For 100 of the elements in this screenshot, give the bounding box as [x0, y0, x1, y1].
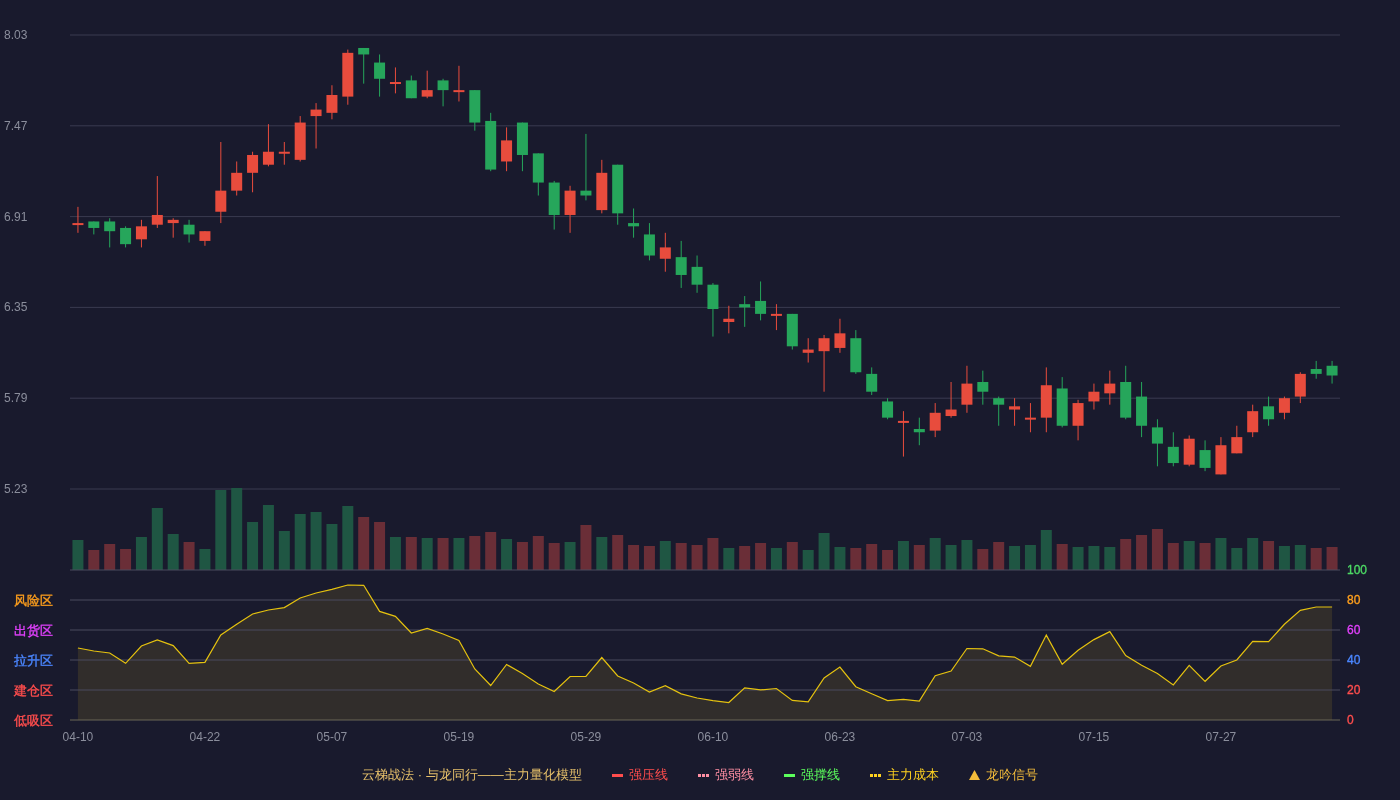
candlestick [1183, 435, 1195, 467]
candlestick [723, 305, 735, 334]
candlestick [564, 185, 576, 234]
x-axis-label: 07-27 [1205, 730, 1237, 744]
candlestick [389, 66, 401, 94]
candlestick [882, 397, 894, 420]
candlestick [1215, 436, 1227, 475]
candlestick [247, 151, 259, 193]
candlestick [485, 112, 497, 172]
candlestick [1040, 366, 1052, 433]
candlestick [691, 255, 703, 294]
x-axis-label: 05-07 [316, 730, 348, 744]
legend-title: 云梯战法 · 与龙同行——主力量化模型 [362, 766, 582, 785]
candlestick [104, 217, 116, 248]
legend-item[interactable]: 龙吟信号 [968, 765, 1038, 785]
candlestick [580, 133, 592, 201]
candlestick [437, 78, 449, 107]
legend-item[interactable]: 主力成本 [869, 765, 939, 785]
x-axis-label: 07-03 [951, 730, 983, 744]
candlestick [945, 381, 957, 419]
candlestick [453, 65, 465, 102]
x-axis-label: 06-23 [824, 730, 856, 744]
candlestick [1167, 431, 1179, 467]
candlestick [532, 152, 544, 196]
zone-label: 建仓区 [14, 683, 53, 698]
candlestick [659, 232, 671, 273]
y-axis-label: 40 [1347, 653, 1361, 667]
x-axis-label: 05-19 [443, 730, 475, 744]
candlestick [548, 180, 560, 231]
candlestick [850, 329, 862, 375]
candlestick [1024, 402, 1036, 433]
candlestick [199, 230, 211, 247]
candlestick [770, 303, 782, 331]
x-axis-label: 06-10 [697, 730, 729, 744]
candlestick [1120, 365, 1132, 420]
candlestick [993, 396, 1005, 427]
candlestick [929, 402, 941, 438]
candlestick [1326, 360, 1338, 385]
price-axis-label: 6.35 [4, 300, 28, 315]
candlestick [1056, 376, 1068, 428]
candlestick [167, 217, 179, 239]
y-axis-label: 60 [1347, 623, 1361, 637]
candlestick [342, 49, 354, 106]
candlestick [596, 159, 608, 214]
candlestick [1009, 397, 1021, 427]
candlestick [358, 47, 370, 85]
candlestick [628, 208, 640, 239]
candlestick [739, 295, 751, 328]
price-axis-label: 7.47 [4, 118, 28, 133]
zone-label: 拉升区 [14, 653, 53, 668]
candlestick [72, 206, 84, 234]
candlestick [405, 75, 417, 99]
candlestick [866, 366, 878, 396]
candlestick [135, 219, 147, 248]
candlestick [374, 53, 386, 98]
y-axis-label: 100 [1347, 563, 1368, 577]
zone-label: 出货区 [14, 623, 53, 638]
candlestick [818, 334, 830, 393]
candlestick [977, 370, 989, 406]
zone-label: 风险区 [14, 593, 53, 608]
x-axis-label: 05-29 [570, 730, 602, 744]
candlestick [326, 84, 338, 120]
candlestick [1247, 404, 1259, 438]
price-axis-label: 8.03 [4, 28, 28, 42]
candlestick [516, 122, 528, 172]
candlestick [120, 225, 132, 248]
candlestick [262, 123, 274, 167]
candlestick [913, 417, 925, 446]
price-axis-label: 5.79 [4, 391, 28, 406]
candlestick [1278, 396, 1290, 420]
zone-label: 低吸区 [14, 713, 53, 728]
candlestick [1199, 439, 1211, 472]
candlestick [1310, 360, 1322, 380]
candlestick [1151, 418, 1163, 467]
candlestick [183, 219, 195, 244]
legend-item[interactable]: 强压线 [611, 765, 668, 785]
candlestick [834, 318, 846, 354]
candlestick [421, 70, 433, 99]
candlestick [1263, 396, 1275, 427]
candlestick [1294, 371, 1306, 404]
candlestick [1231, 425, 1243, 454]
candlestick [294, 115, 306, 162]
candlestick [1072, 399, 1084, 441]
candlestick [278, 141, 290, 166]
price-axis-label: 6.91 [4, 209, 28, 224]
candlestick [612, 164, 624, 226]
candlestick [1088, 383, 1100, 411]
candlestick [469, 89, 481, 132]
legend-item[interactable]: 强撑线 [783, 765, 840, 785]
x-axis-label: 07-15 [1078, 730, 1110, 744]
candlestick [231, 160, 243, 196]
candlestick [961, 365, 973, 414]
candlestick [310, 102, 322, 149]
y-axis-label: 20 [1347, 683, 1361, 697]
candlestick [88, 220, 100, 235]
candlestick [802, 337, 814, 364]
legend-item[interactable]: 强弱线 [697, 765, 754, 785]
candlestick [643, 222, 655, 261]
candlestick [707, 282, 719, 338]
candlestick [897, 410, 909, 458]
